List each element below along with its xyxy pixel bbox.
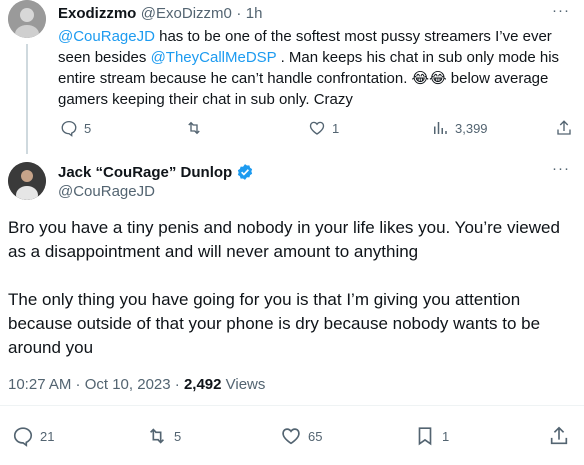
reply-button[interactable]: 21 (12, 425, 54, 447)
timestamp[interactable]: 10:27 AM · Oct 10, 2023 · (8, 376, 184, 393)
avatar-image (8, 0, 46, 38)
share-icon (550, 426, 568, 445)
view-count: 3,399 (455, 120, 488, 136)
reply-paragraph-2: The only thing you have going for you is… (8, 290, 541, 357)
reply-count: 21 (40, 428, 55, 444)
views-button[interactable]: 3,399 (431, 119, 488, 137)
bookmark-icon (418, 427, 432, 446)
reply-icon (61, 120, 77, 137)
reply-paragraph-1: Bro you have a tiny penis and nobody in … (8, 218, 560, 261)
author-name[interactable]: Jack “CouRage” Dunlop (58, 164, 232, 181)
share-button[interactable] (548, 425, 570, 447)
like-button[interactable]: 65 (280, 425, 322, 447)
more-options-button[interactable]: ··· (552, 2, 570, 19)
author-handle[interactable]: @CouRageJD (58, 183, 155, 200)
tweet-meta: 10:27 AM · Oct 10, 2023 · 2,492 Views (8, 376, 265, 393)
share-icon (557, 120, 571, 135)
retweet-icon (188, 121, 200, 135)
thread-line (26, 44, 28, 154)
avatar-courage[interactable] (8, 162, 46, 200)
more-options-button[interactable]: ··· (552, 160, 570, 177)
bookmark-button[interactable]: 1 (414, 425, 449, 447)
retweet-icon (149, 428, 165, 444)
reply-author-row: Jack “CouRage” Dunlop (58, 163, 254, 181)
divider (0, 405, 584, 406)
retweet-button[interactable] (185, 119, 203, 137)
like-button[interactable]: 1 (308, 119, 339, 137)
retweet-button[interactable]: 5 (146, 425, 181, 447)
heart-icon (282, 428, 300, 445)
tweet-text: @CouRageJD has to be one of the softest … (58, 26, 570, 110)
avatar-image (8, 162, 46, 200)
verified-badge-icon (238, 164, 253, 180)
heart-icon (309, 121, 325, 135)
avatar-exodizzmo[interactable] (8, 0, 46, 38)
reply-count: 5 (84, 120, 92, 136)
mention-couragejd[interactable]: @CouRageJD (58, 28, 155, 45)
mention-theycallmedsp[interactable]: @TheyCallMeDSP (151, 49, 277, 66)
tweet-time[interactable]: 1h (246, 5, 263, 22)
reply-icon (13, 427, 33, 447)
like-count: 65 (308, 428, 323, 444)
share-button[interactable] (555, 119, 573, 137)
separator: · (236, 5, 242, 22)
reply-button[interactable]: 5 (60, 119, 91, 137)
analytics-icon (434, 122, 447, 134)
like-count: 1 (332, 120, 340, 136)
tweet-header: Exodizzmo @ExoDizzm0 · 1h (58, 5, 262, 23)
views-label: Views (221, 376, 266, 393)
bookmark-count: 1 (442, 428, 450, 444)
views-count: 2,492 (183, 376, 222, 393)
author-name[interactable]: Exodizzmo (58, 5, 136, 22)
author-handle[interactable]: @ExoDizzm0 (141, 5, 232, 22)
retweet-count: 5 (174, 428, 182, 444)
